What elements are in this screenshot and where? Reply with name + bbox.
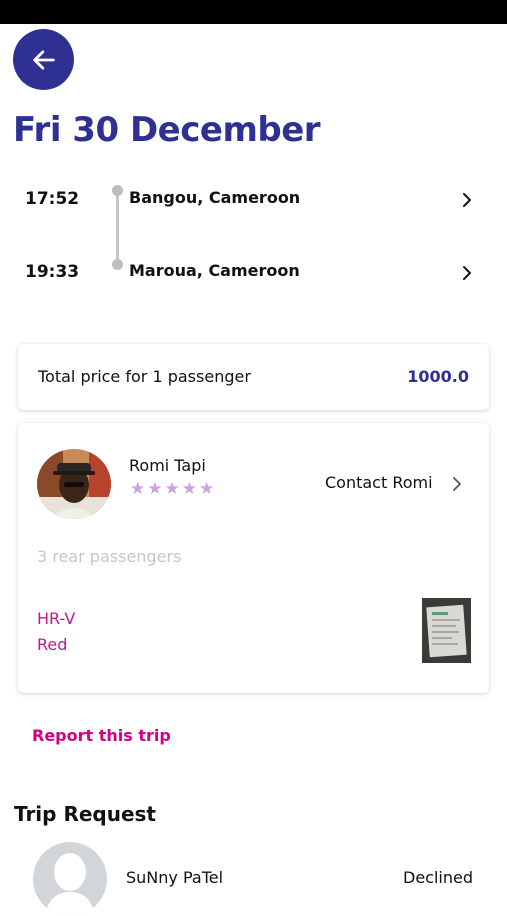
user-placeholder-icon xyxy=(45,853,95,916)
back-button[interactable] xyxy=(13,29,74,90)
chevron-right-icon[interactable] xyxy=(460,192,474,208)
report-trip-link[interactable]: Report this trip xyxy=(32,726,171,745)
trip-request-title: Trip Request xyxy=(14,802,156,826)
request-status: Declined xyxy=(403,868,473,887)
price-card: Total price for 1 passenger 1000.0 xyxy=(18,344,489,410)
chevron-right-icon[interactable] xyxy=(451,476,463,492)
arrival-dot xyxy=(112,259,123,270)
arrival-time: 19:33 xyxy=(25,262,80,282)
driver-photo xyxy=(37,449,111,519)
car-photo[interactable] xyxy=(422,598,471,663)
departure-time: 17:52 xyxy=(25,189,80,209)
status-bar xyxy=(0,0,507,24)
passenger-info: 3 rear passengers xyxy=(37,547,182,566)
price-label: Total price for 1 passenger xyxy=(38,367,251,386)
departure-place[interactable]: Bangou, Cameroon xyxy=(129,188,300,207)
chevron-right-icon[interactable] xyxy=(460,265,474,281)
car-color: Red xyxy=(37,635,68,654)
driver-avatar[interactable] xyxy=(37,449,111,519)
requester-avatar xyxy=(33,842,107,916)
car-thumbnail xyxy=(422,598,471,663)
driver-card: Romi Tapi ★★★★★ Contact Romi 3 rear pass… xyxy=(18,423,489,693)
arrival-place[interactable]: Maroua, Cameroon xyxy=(129,261,300,280)
page-title: Fri 30 December xyxy=(13,110,321,150)
departure-dot xyxy=(112,185,123,196)
rating-stars: ★★★★★ xyxy=(130,479,217,499)
driver-name: Romi Tapi xyxy=(129,456,206,475)
requester-name: SuNny PaTel xyxy=(126,868,224,887)
price-value: 1000.0 xyxy=(407,367,469,386)
contact-driver-button[interactable]: Contact Romi xyxy=(325,473,433,492)
arrow-left-icon xyxy=(32,49,55,70)
route-line xyxy=(116,195,119,266)
car-model: HR-V xyxy=(37,609,76,628)
